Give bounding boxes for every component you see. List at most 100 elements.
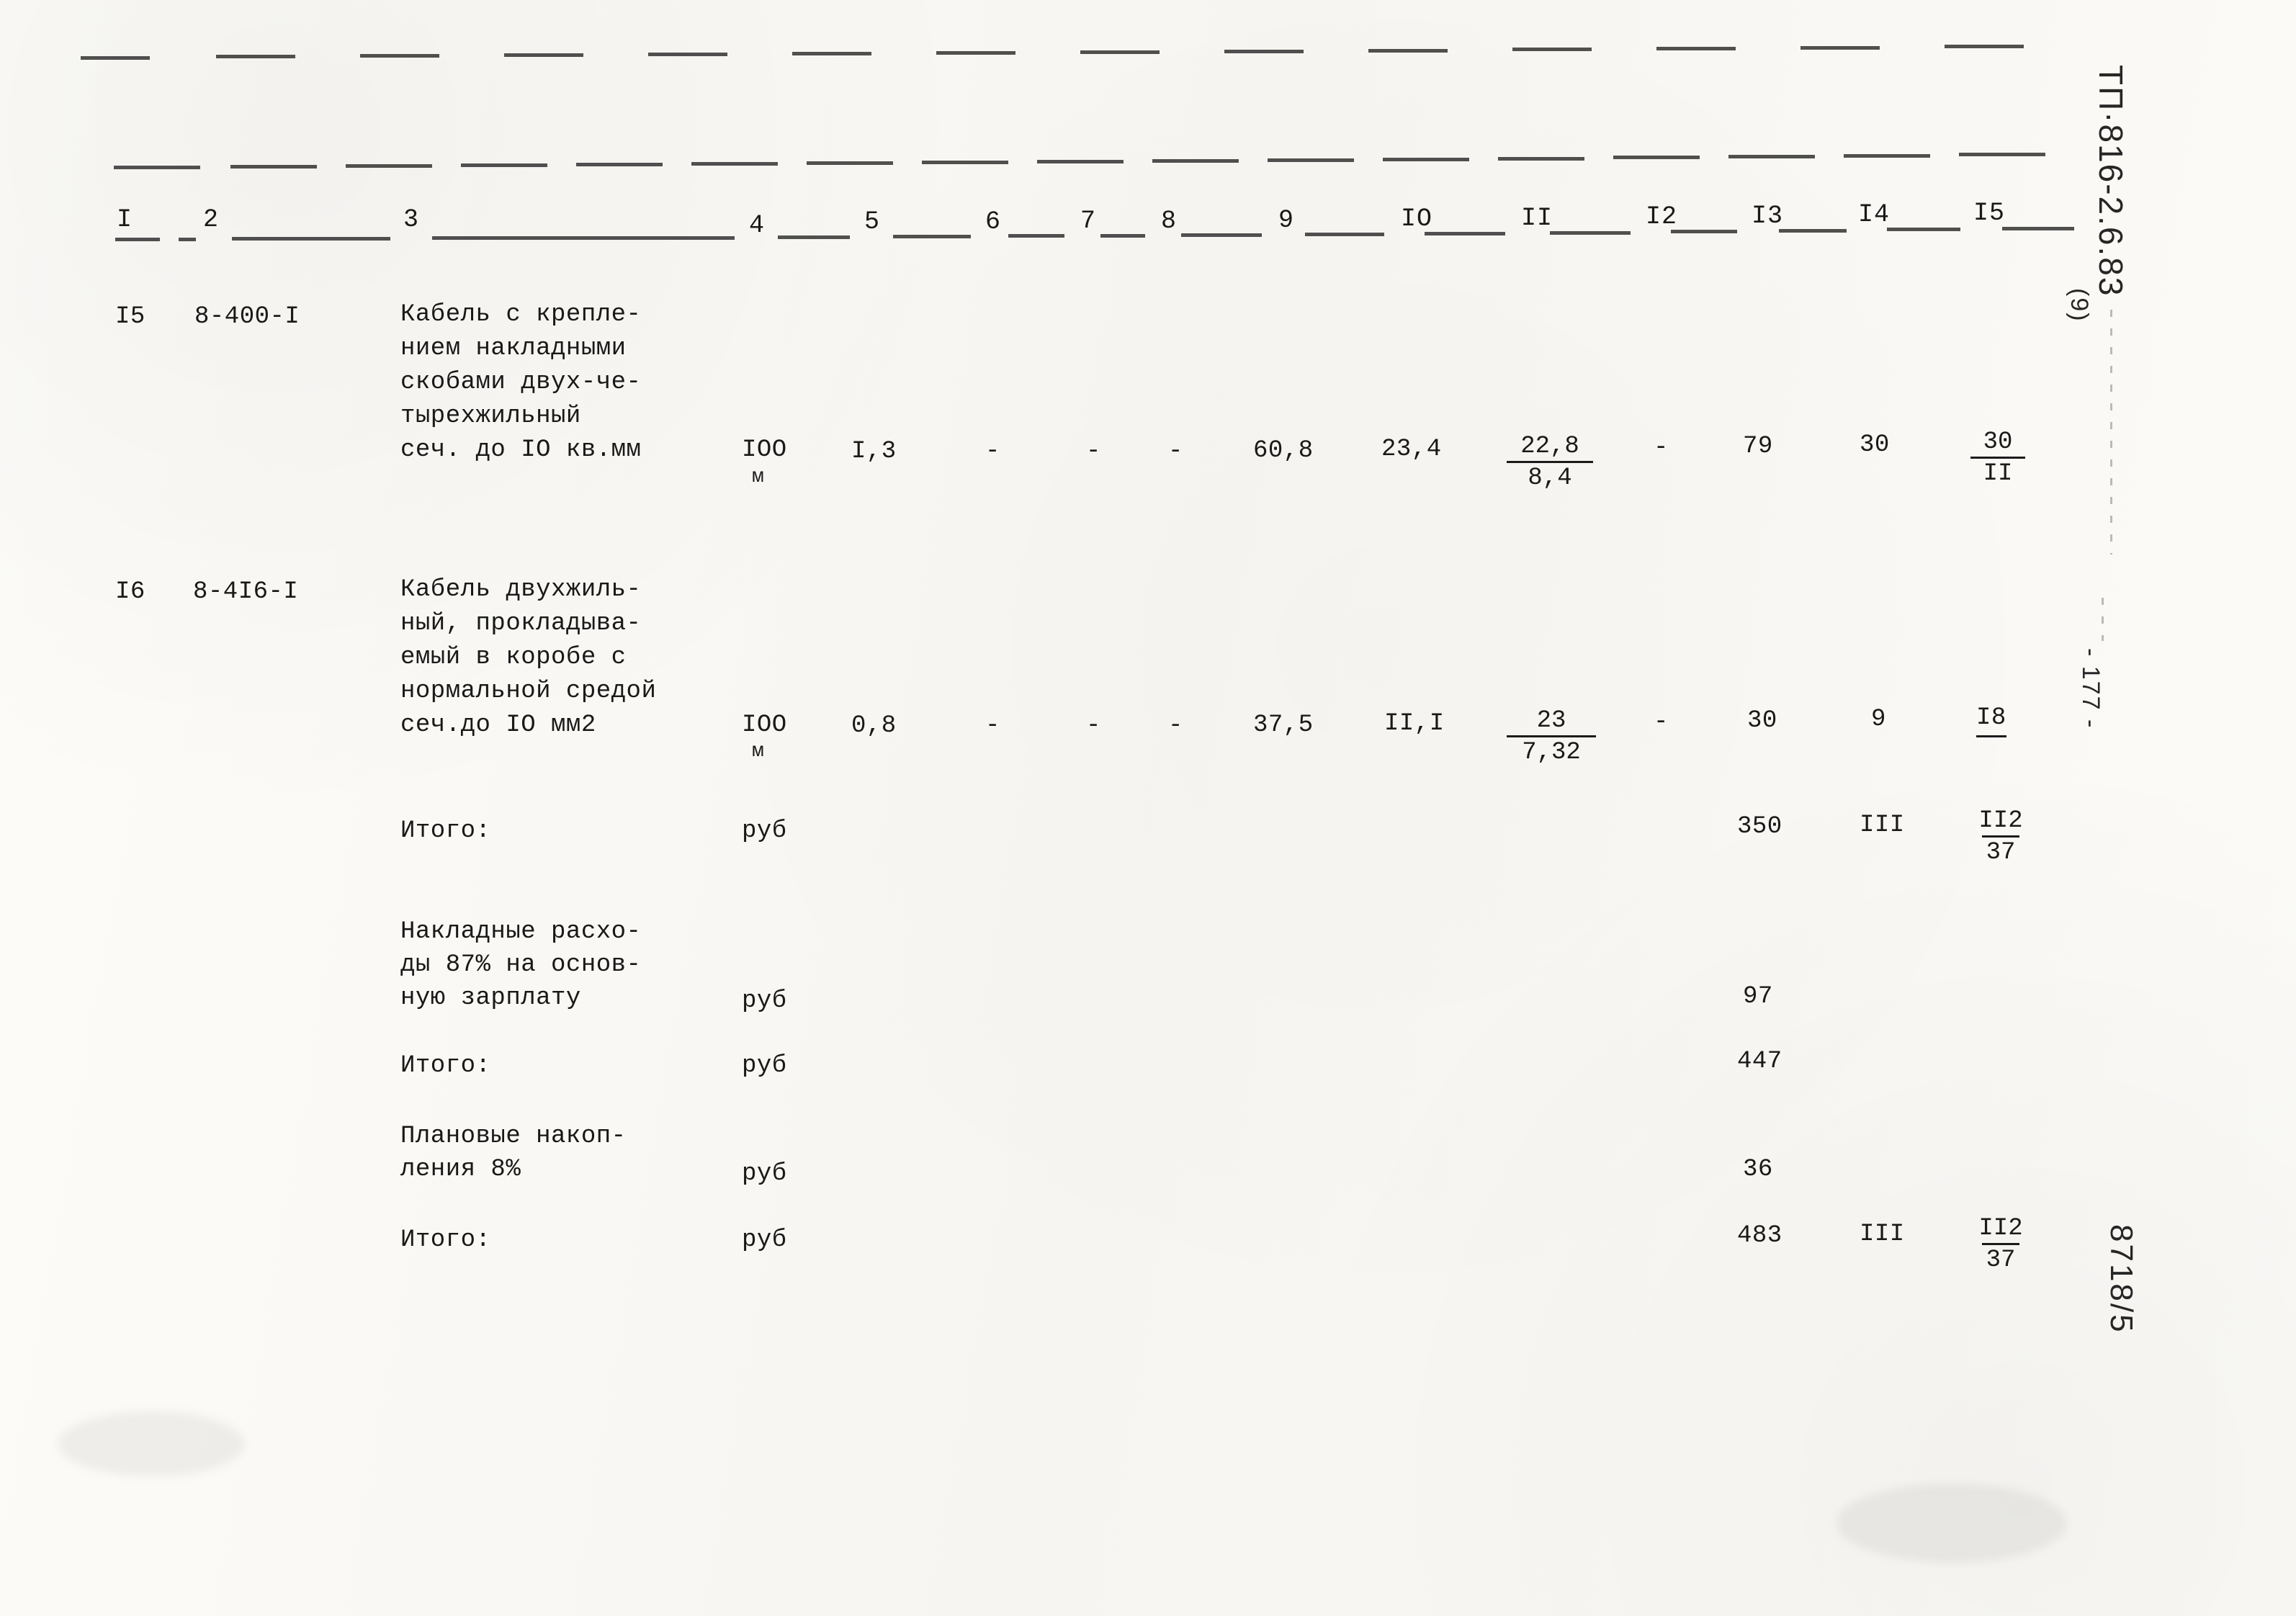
row-15-col11-denominator: 8,4	[1507, 461, 1593, 493]
top-dash-segment	[504, 53, 583, 57]
top-dash-segment	[1080, 50, 1160, 54]
col-header-13: I3	[1752, 202, 1784, 230]
row-15-col12: -	[1654, 434, 1669, 462]
row-16-desc-line-2: ный, прокладыва-	[400, 610, 642, 637]
header-top-dash	[691, 162, 778, 166]
header-bottom-dash	[1550, 231, 1631, 235]
col-header-1: I	[117, 205, 133, 234]
total-5-col13: 483	[1737, 1222, 1782, 1249]
row-16-unit: IОО	[742, 712, 787, 739]
col-header-11: II	[1521, 204, 1553, 233]
margin-stamp-bottom-right: 8718/5	[2104, 1224, 2139, 1334]
row-15-col9: 60,8	[1253, 437, 1314, 464]
row-16-col9: 37,5	[1253, 712, 1314, 739]
row-16-col8: -	[1168, 712, 1183, 740]
margin-dotted-line	[2110, 310, 2112, 555]
total-3-label: Итого:	[400, 1052, 491, 1079]
row-16-desc-line-1: Кабель двухжиль-	[400, 576, 642, 603]
row-15-col6: -	[985, 438, 1000, 465]
row-16-col11-fraction: 23 7,32	[1507, 706, 1596, 767]
header-bottom-dash	[1181, 233, 1262, 237]
row-15-unit-sub: м	[752, 466, 765, 488]
header-bottom-dash	[179, 238, 196, 241]
header-bottom-dash	[1305, 233, 1384, 236]
header-bottom-dash	[1671, 230, 1737, 233]
col-header-8: 8	[1161, 207, 1178, 235]
row-16-desc-line-3: емый в коробе с	[400, 644, 627, 671]
col-header-5: 5	[864, 207, 881, 236]
header-top-dash	[1844, 154, 1930, 158]
top-dash-segment	[936, 51, 1015, 55]
header-top-dash	[1152, 159, 1239, 163]
header-bottom-dash	[115, 238, 160, 241]
header-top-dash	[114, 166, 200, 169]
total-5-col15-fraction: II2 37	[1966, 1214, 2035, 1275]
col-header-4: 4	[749, 211, 766, 240]
header-top-dash	[1498, 157, 1584, 161]
top-dash-segment	[648, 53, 727, 56]
row-16-col11-denominator: 7,32	[1507, 735, 1596, 767]
header-bottom-dash	[232, 237, 390, 241]
total-1-col15-numerator: II2	[1978, 807, 2023, 835]
total-2-label-line-1: Накладные расхо-	[400, 918, 642, 946]
top-dash-segment	[1368, 49, 1448, 53]
total-5-label: Итого:	[400, 1226, 491, 1254]
row-16-no: I6	[115, 578, 145, 606]
total-4-col13: 36	[1743, 1156, 1773, 1183]
total-2-label-line-2: ды 87% на основ-	[400, 951, 642, 979]
col-header-3: 3	[403, 205, 420, 234]
top-dash-segment	[1945, 45, 2024, 48]
total-4-label-line-2: ления 8%	[400, 1156, 521, 1183]
col-header-2: 2	[203, 205, 220, 234]
header-top-dash	[1037, 160, 1124, 163]
row-16-col5: 0,8	[851, 712, 897, 740]
total-2-label-line-3: ную зарплату	[400, 984, 581, 1012]
total-5-unit: руб	[742, 1226, 787, 1254]
header-bottom-dash	[432, 236, 735, 240]
total-4-unit: руб	[742, 1160, 787, 1188]
top-dash-segment	[360, 54, 439, 58]
row-15-code: 8-400-I	[194, 303, 300, 331]
col-header-10: IO	[1401, 205, 1433, 233]
row-16-desc-line-4: нормальной средой	[400, 678, 657, 705]
header-top-dash	[807, 161, 893, 165]
header-bottom-dash	[2002, 227, 2074, 230]
total-2-col13: 97	[1743, 983, 1773, 1010]
row-15-col10: 23,4	[1381, 436, 1442, 463]
top-dash-segment	[1801, 46, 1880, 50]
top-dash-segment	[1512, 48, 1592, 51]
row-15-unit: IОО	[742, 436, 787, 464]
row-16-col12: -	[1654, 709, 1669, 736]
row-15-col14: 30	[1860, 431, 1890, 459]
total-1-col13: 350	[1737, 813, 1782, 840]
row-16-col7: -	[1086, 712, 1101, 740]
row-16-code: 8-4I6-I	[193, 578, 299, 606]
row-15-col11-numerator: 22,8	[1520, 433, 1579, 460]
row-15-col8: -	[1168, 438, 1183, 465]
total-3-col13: 447	[1737, 1048, 1782, 1075]
header-bottom-dash	[893, 235, 971, 238]
margin-stamp-page-number: - 177 -	[2077, 648, 2104, 730]
margin-dotted-line	[2102, 598, 2104, 641]
col-header-9: 9	[1278, 206, 1295, 235]
header-top-dash	[576, 163, 663, 166]
top-dash-segment	[1224, 50, 1304, 53]
row-16-desc-line-5: сеч.до IО мм2	[400, 712, 596, 739]
total-3-unit: руб	[742, 1052, 787, 1079]
row-15-desc-line-4: тырехжильный	[400, 403, 581, 430]
total-4-label-line-1: Плановые накоп-	[400, 1123, 627, 1150]
total-2-unit: руб	[742, 987, 787, 1015]
row-15-col13: 79	[1743, 433, 1773, 460]
total-1-col15-fraction: II2 37	[1966, 807, 2035, 867]
row-15-col15-fraction: 30 II	[1970, 428, 2025, 488]
row-15-col5: I,3	[851, 438, 897, 465]
row-16-col11-numerator: 23	[1536, 707, 1566, 735]
top-dash-segment	[792, 52, 871, 55]
header-top-dash	[461, 163, 547, 167]
total-1-unit: руб	[742, 817, 787, 845]
row-15-col15-numerator: 30	[1983, 428, 2013, 456]
row-16-col15: I8	[1976, 702, 2006, 737]
row-16-unit-sub: м	[752, 740, 765, 763]
margin-stamp-top-right-sub: (9)	[2066, 288, 2093, 323]
row-16-col13: 30	[1747, 707, 1777, 735]
